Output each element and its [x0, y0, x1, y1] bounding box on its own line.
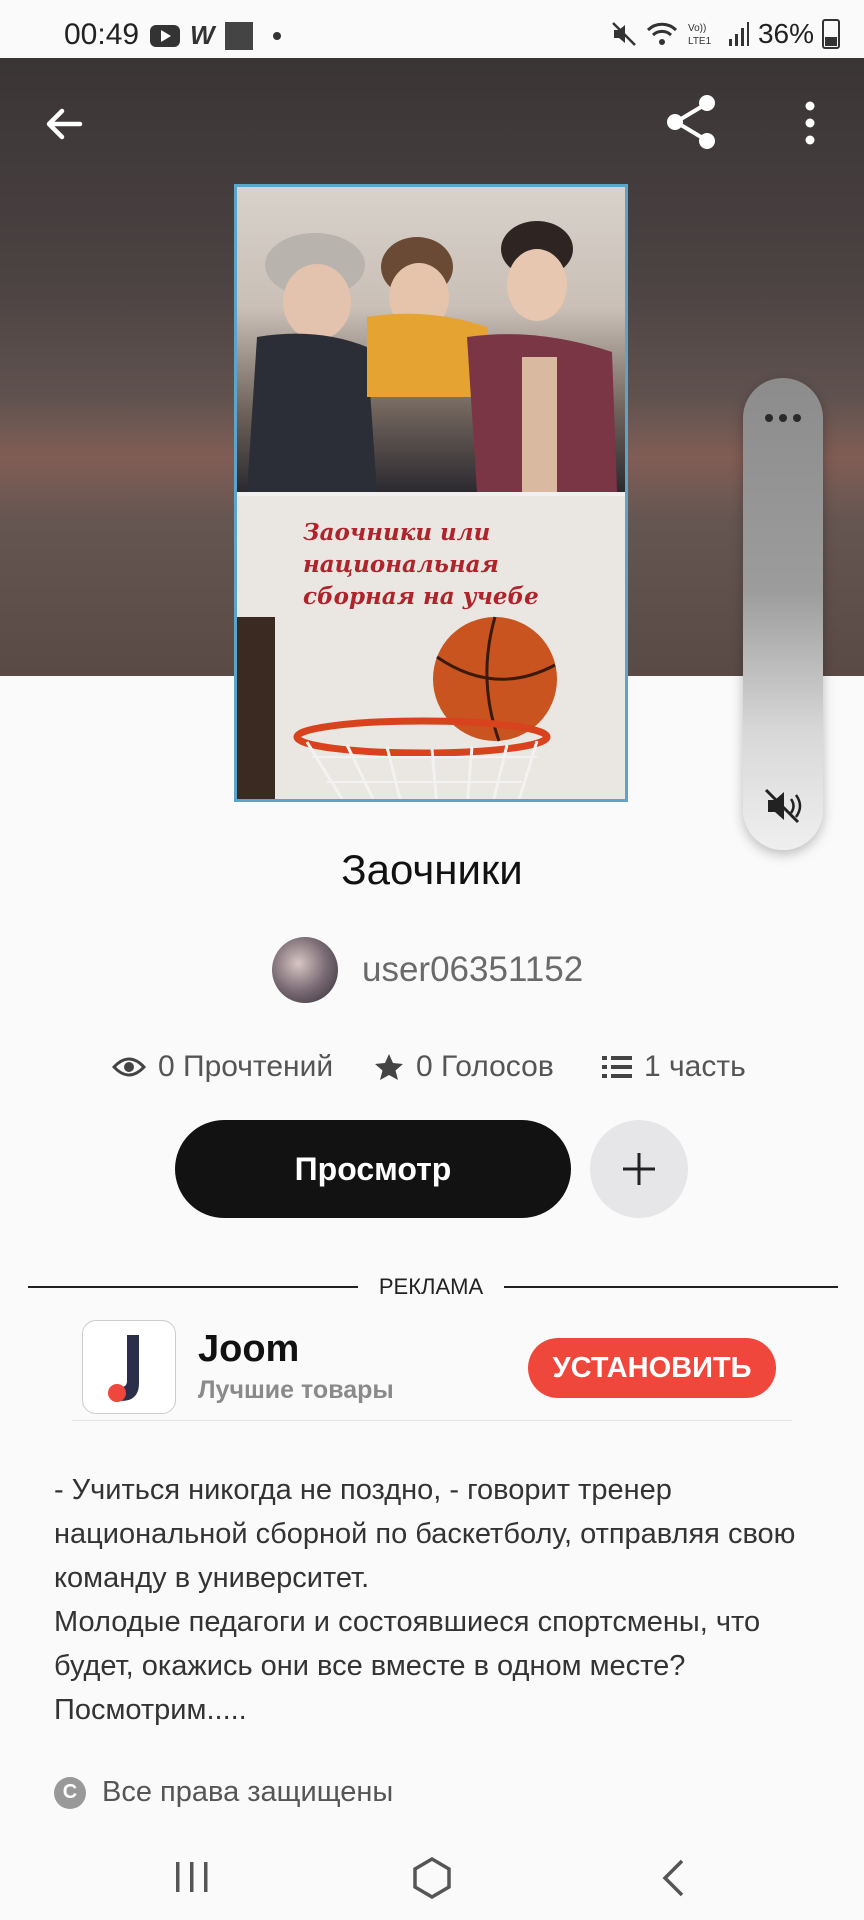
plus-icon — [623, 1153, 655, 1185]
more-notifications-dot-icon — [272, 31, 281, 40]
notification-icons: W — [150, 20, 281, 51]
more-vertical-icon[interactable] — [796, 98, 824, 148]
mute-status-icon — [612, 22, 636, 46]
avatar[interactable] — [272, 937, 338, 1003]
add-to-library-button[interactable] — [590, 1120, 688, 1218]
book-title: Заочники — [341, 846, 523, 893]
view-button[interactable]: Просмотр — [175, 1120, 571, 1218]
description-paragraph: Молодые педагоги и состоявшиеся спортсме… — [54, 1606, 761, 1726]
system-icons: Vo)) LTE1 36% — [610, 18, 840, 50]
youtube-icon — [150, 24, 180, 47]
recent-apps-icon[interactable] — [174, 1860, 210, 1894]
ad-app-name[interactable]: Joom — [198, 1328, 299, 1371]
more-horizontal-icon[interactable] — [761, 408, 805, 428]
list-icon — [602, 1056, 632, 1078]
cover-divider — [237, 492, 625, 496]
app-square-icon — [224, 21, 253, 50]
copyright-text: Все права защищены — [102, 1776, 394, 1808]
wifi-icon — [646, 22, 678, 45]
home-icon[interactable] — [410, 1856, 454, 1900]
back-nav-icon[interactable] — [660, 1858, 686, 1898]
cover-people-illustration — [247, 221, 617, 492]
wattpad-icon: W — [190, 20, 215, 50]
volume-panel[interactable] — [743, 378, 823, 850]
votes-count: 0 Голосов — [416, 1050, 554, 1083]
story-description: - Учиться никогда не поздно, - говорит т… — [54, 1468, 824, 1732]
copyright-row: C Все права защищены — [54, 1776, 393, 1809]
status-time: 00:49 — [64, 18, 140, 51]
reads-stat: 0 Прочтений — [112, 1042, 333, 1092]
ad-label: РЕКЛАМА — [378, 1274, 484, 1299]
status-bar: 00:49 W Vo)) LTE1 36% — [0, 0, 864, 58]
svg-text:Vo)): Vo)) — [688, 23, 706, 34]
battery-percent: 36% — [757, 18, 814, 49]
cover-title-text: Заочники или национальная сборная на уче… — [303, 519, 539, 610]
votes-stat: 0 Голосов — [374, 1042, 554, 1092]
description-paragraph: - Учиться никогда не поздно, - говорит т… — [54, 1474, 796, 1594]
ad-tagline: Лучшие товары — [198, 1376, 394, 1404]
author-name[interactable]: user06351152 — [362, 950, 583, 990]
svg-text:LTE1: LTE1 — [688, 36, 712, 47]
parts-count: 1 часть — [644, 1050, 746, 1083]
eye-icon — [112, 1057, 146, 1077]
book-cover[interactable]: Заочники или национальная сборная на уче… — [234, 184, 628, 802]
copyright-icon: C — [54, 1776, 86, 1809]
story-stats: 0 Прочтений 0 Голосов 1 часть — [0, 1042, 864, 1092]
joom-app-icon[interactable] — [82, 1320, 176, 1414]
author-row[interactable]: user06351152 — [272, 937, 583, 1003]
parts-stat: 1 часть — [602, 1042, 746, 1092]
ad-separator — [72, 1420, 792, 1421]
reads-count: 0 Прочтений — [158, 1050, 334, 1083]
basketball-hoop-illustration — [237, 616, 557, 799]
joom-logo-icon — [108, 1335, 139, 1402]
cover-photo — [237, 187, 625, 492]
install-button[interactable]: УСТАНОВИТЬ — [528, 1338, 776, 1398]
share-icon[interactable] — [662, 92, 722, 152]
volume-mute-icon[interactable] — [763, 786, 803, 826]
volte-lte-icon: Vo)) LTE1 — [688, 23, 712, 47]
battery-icon — [822, 19, 840, 49]
ad-rule-right — [504, 1286, 838, 1288]
signal-icon — [728, 22, 749, 46]
system-navigation-bar — [0, 1830, 864, 1920]
ad-rule-left — [28, 1286, 358, 1288]
star-icon — [375, 1054, 403, 1080]
arrow-left-icon[interactable] — [40, 100, 88, 148]
